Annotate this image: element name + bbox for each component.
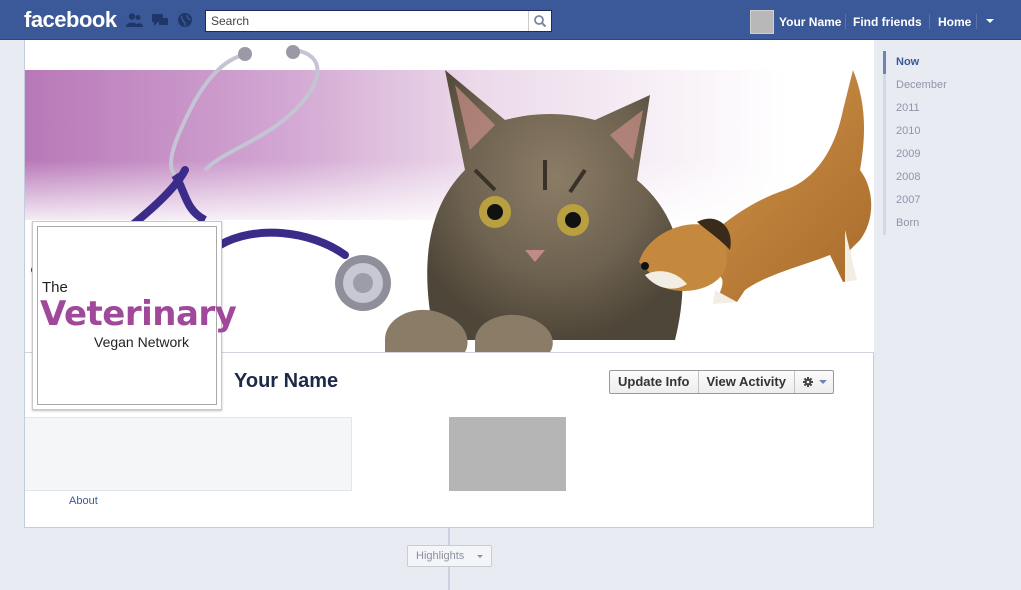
- scrubber-item-december[interactable]: December: [883, 74, 947, 97]
- about-panel: [25, 417, 352, 491]
- scrubber-item-2009[interactable]: 2009: [883, 143, 947, 166]
- highlights-dropdown[interactable]: Highlights: [407, 545, 492, 567]
- scrubber-item-2010[interactable]: 2010: [883, 120, 947, 143]
- scrubber-item-2008[interactable]: 2008: [883, 166, 947, 189]
- chevron-down-icon: [818, 380, 827, 384]
- notifications-globe-icon[interactable]: [176, 12, 194, 28]
- find-friends-link[interactable]: Find friends: [853, 15, 922, 29]
- search-input[interactable]: [206, 11, 529, 31]
- view-activity-button[interactable]: View Activity: [699, 371, 795, 393]
- profile-picture-image: The Veterinary Vegan Network: [37, 226, 237, 405]
- nav-separator: [929, 14, 930, 29]
- nav-separator: [976, 14, 977, 29]
- nav-user-avatar[interactable]: [750, 10, 774, 34]
- scrubber-item-2011[interactable]: 2011: [883, 97, 947, 120]
- account-menu-chevron-down-icon[interactable]: [986, 19, 994, 23]
- scrubber-item-born[interactable]: Born: [883, 212, 947, 235]
- top-navigation-bar: facebook Your Name Find friends Home: [0, 0, 1021, 40]
- profile-picture[interactable]: The Veterinary Vegan Network: [32, 221, 237, 410]
- highlights-label: Highlights: [416, 550, 465, 562]
- profile-logo-line3: Vegan Network: [94, 334, 189, 350]
- friends-thumbnail[interactable]: [449, 417, 566, 491]
- timeline-scrubber: Now December 2011 2010 2009 2008 2007 Bo…: [883, 51, 947, 235]
- messages-icon[interactable]: [151, 12, 169, 28]
- profile-logo-line2: Veterinary: [40, 294, 237, 334]
- search-box: [205, 10, 552, 32]
- nav-separator: [845, 14, 846, 29]
- chevron-down-icon: [477, 555, 483, 558]
- profile-action-buttons: Update Info View Activity: [609, 370, 834, 394]
- search-button[interactable]: [528, 11, 551, 31]
- timeline-profile-card: The Veterinary Vegan Network Your Name U…: [24, 40, 874, 528]
- nav-profile-link[interactable]: Your Name: [779, 15, 841, 29]
- facebook-logo[interactable]: facebook: [24, 7, 117, 33]
- update-info-button[interactable]: Update Info: [610, 371, 699, 393]
- settings-menu-button[interactable]: [795, 371, 833, 393]
- friend-requests-icon[interactable]: [125, 12, 143, 28]
- scrubber-item-2007[interactable]: 2007: [883, 189, 947, 212]
- search-icon: [534, 15, 547, 28]
- scrubber-item-now[interactable]: Now: [883, 51, 947, 74]
- about-link[interactable]: About: [69, 495, 98, 507]
- home-link[interactable]: Home: [938, 15, 971, 29]
- gear-icon: [802, 377, 827, 387]
- profile-name[interactable]: Your Name: [234, 370, 338, 393]
